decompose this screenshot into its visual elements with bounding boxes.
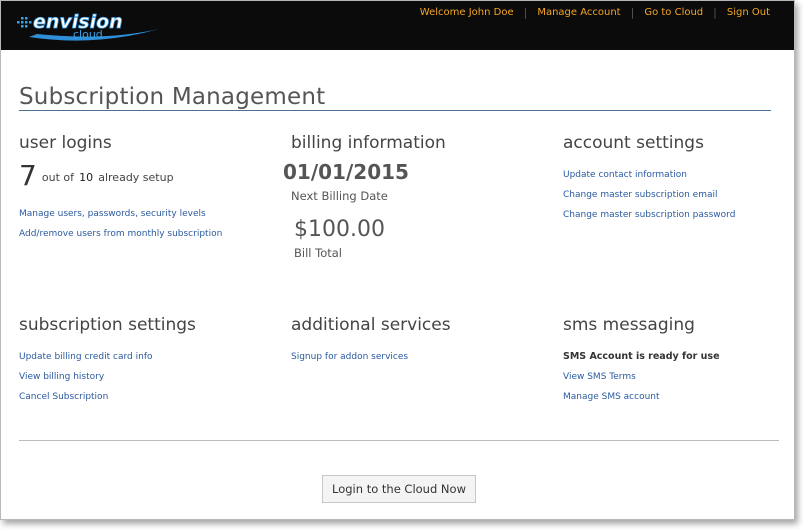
additional-services-heading: additional services: [291, 315, 451, 335]
next-billing-date: 01/01/2015: [283, 160, 409, 184]
manage-users-link[interactable]: Manage users, passwords, security levels: [19, 209, 206, 219]
change-master-password-link[interactable]: Change master subscription password: [563, 210, 735, 220]
update-credit-card-link[interactable]: Update billing credit card info: [19, 352, 153, 362]
logo-secondary-text: cloud: [73, 28, 103, 41]
manage-account-link[interactable]: Manage Account: [527, 7, 630, 18]
top-navigation: Welcome John Doe | Manage Account | Go t…: [410, 6, 780, 19]
subscription-settings-section: subscription settings Update billing cre…: [19, 315, 269, 402]
bill-total-label: Bill Total: [294, 246, 342, 260]
billing-information-heading: billing information: [291, 133, 446, 153]
account-settings-section: account settings Update contact informat…: [563, 133, 794, 220]
page-title: Subscription Management: [19, 84, 326, 110]
go-to-cloud-link[interactable]: Go to Cloud: [634, 7, 713, 18]
account-settings-heading: account settings: [563, 133, 704, 153]
bottom-divider: [19, 440, 779, 441]
top-bar: envision cloud Welcome John Doe | Manage…: [1, 1, 794, 50]
envision-cloud-logo: envision cloud: [17, 11, 159, 41]
additional-services-section: additional services Signup for addon ser…: [291, 315, 541, 362]
sms-messaging-heading: sms messaging: [563, 315, 695, 335]
logins-used-count: 7: [19, 159, 37, 192]
sms-messaging-section: sms messaging SMS Account is ready for u…: [563, 315, 794, 402]
change-master-email-link[interactable]: Change master subscription email: [563, 190, 718, 200]
user-logins-section: user logins 7 out of 10 already setup Ma…: [19, 133, 269, 239]
add-remove-users-link[interactable]: Add/remove users from monthly subscripti…: [19, 229, 222, 239]
billing-information-section: billing information 01/01/2015 Next Bill…: [283, 133, 541, 260]
cancel-subscription-link[interactable]: Cancel Subscription: [19, 392, 108, 402]
view-billing-history-link[interactable]: View billing history: [19, 372, 104, 382]
login-to-cloud-button[interactable]: Login to the Cloud Now: [322, 475, 476, 503]
sms-status-text: SMS Account is ready for use: [563, 351, 720, 362]
update-contact-link[interactable]: Update contact information: [563, 170, 687, 180]
subscription-settings-heading: subscription settings: [19, 315, 196, 335]
app-window: envision cloud Welcome John Doe | Manage…: [0, 0, 795, 520]
signup-addon-link[interactable]: Signup for addon services: [291, 352, 408, 362]
manage-sms-account-link[interactable]: Manage SMS account: [563, 392, 660, 402]
view-sms-terms-link[interactable]: View SMS Terms: [563, 372, 636, 382]
title-divider: [19, 110, 771, 111]
sign-out-link[interactable]: Sign Out: [717, 7, 780, 18]
logins-total-count: 10: [79, 171, 94, 184]
bill-total-amount: $100.00: [294, 217, 385, 242]
user-logins-heading: user logins: [19, 133, 112, 153]
next-billing-date-label: Next Billing Date: [291, 189, 388, 203]
out-of-text: out of: [41, 171, 75, 184]
login-count: 7 out of 10 already setup: [19, 159, 174, 192]
already-setup-text: already setup: [98, 171, 174, 184]
welcome-user-link[interactable]: Welcome John Doe: [410, 7, 524, 18]
